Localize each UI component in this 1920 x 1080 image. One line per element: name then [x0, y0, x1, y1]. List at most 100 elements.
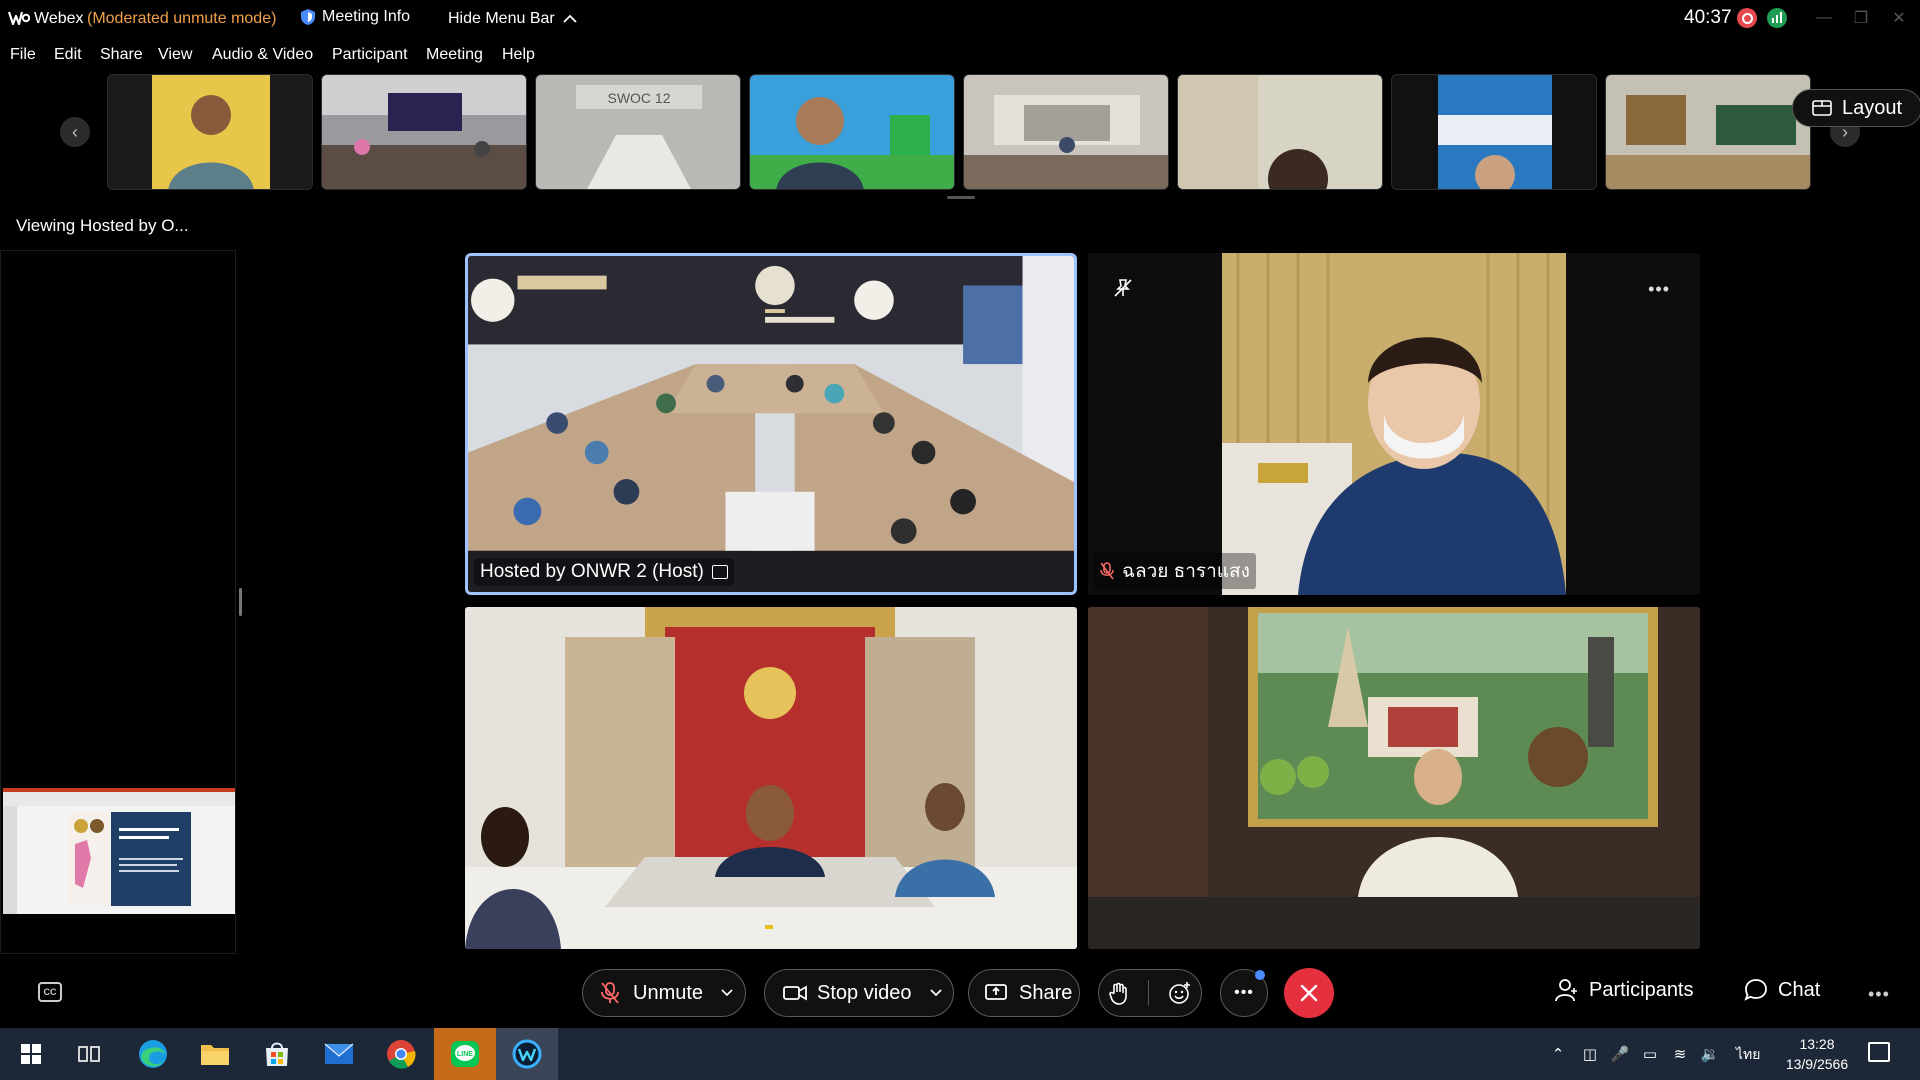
video-tile-participant[interactable]: ••• ฉลวย ธาราแสง — [1088, 253, 1700, 595]
volume-icon[interactable]: 🔉 — [1700, 1044, 1720, 1064]
shared-content-panel — [0, 250, 236, 954]
participant-thumbnail[interactable] — [321, 74, 527, 190]
unmute-label: Unmute — [633, 981, 704, 1004]
task-view-icon — [78, 1046, 100, 1062]
folder-icon — [201, 1045, 229, 1065]
participants-button[interactable]: Participants — [1555, 978, 1694, 1002]
menu-share[interactable]: Share — [100, 46, 143, 64]
device-icon[interactable]: ◫ — [1580, 1044, 1600, 1064]
shield-icon — [301, 9, 315, 25]
chevron-down-icon[interactable] — [929, 989, 942, 997]
hide-menu-bar-button[interactable]: Hide Menu Bar — [448, 10, 577, 28]
chrome-browser-app[interactable] — [370, 1028, 432, 1080]
network-stats-icon[interactable] — [1767, 8, 1787, 28]
svg-text:LINE: LINE — [457, 1051, 473, 1058]
chat-button[interactable]: Chat — [1744, 978, 1820, 1002]
more-menu-icon[interactable]: ••• — [1868, 984, 1890, 1005]
meeting-info-button[interactable]: Meeting Info — [300, 8, 410, 26]
participant-filmstrip: ‹ SWOC 12 › Layout — [0, 72, 1920, 199]
webex-app[interactable] — [496, 1028, 558, 1080]
edge-browser-app[interactable] — [122, 1028, 184, 1080]
windows-taskbar: LINE ⌃ ◫ 🎤 ▭ ≋ 🔉 ไทย 13:28 13/9/2566 — [0, 1028, 1920, 1080]
participant-name-label: Hosted by ONWR 2 (Host) — [474, 558, 734, 586]
participants-icon — [1555, 979, 1577, 1002]
input-language[interactable]: ไทย — [1736, 1044, 1760, 1066]
participant-name: ฉลวย ธาราแสง — [1122, 561, 1250, 582]
menu-audio-video[interactable]: Audio & Video — [212, 46, 313, 64]
participant-thumbnail[interactable] — [963, 74, 1169, 190]
menu-edit[interactable]: Edit — [54, 46, 82, 64]
wifi-icon[interactable]: ≋ — [1670, 1044, 1690, 1064]
close-window-icon[interactable]: ✕ — [1887, 6, 1911, 30]
webex-icon — [512, 1039, 542, 1069]
chevron-up-icon[interactable]: ⌃ — [1548, 1044, 1568, 1064]
participant-thumbnail[interactable] — [107, 74, 313, 190]
microphone-icon[interactable]: 🎤 — [1610, 1044, 1630, 1064]
stop-video-button[interactable]: Stop video — [764, 969, 954, 1017]
participant-thumbnail[interactable] — [1605, 74, 1811, 190]
video-tile-participant[interactable] — [1088, 607, 1700, 949]
clock-date: 13/9/2566 — [1785, 1056, 1849, 1072]
hide-menu-bar-label: Hide Menu Bar — [448, 10, 555, 27]
notification-dot — [1255, 970, 1265, 980]
leave-meeting-button[interactable] — [1284, 968, 1334, 1018]
more-options-icon[interactable]: ••• — [1648, 279, 1670, 300]
line-icon: LINE — [451, 1041, 479, 1067]
muted-mic-icon — [601, 982, 619, 1004]
mail-app[interactable] — [308, 1028, 370, 1080]
participant-video — [1088, 253, 1700, 595]
panel-resize-handle[interactable] — [239, 588, 242, 616]
share-button[interactable]: Share — [968, 969, 1080, 1017]
menu-view[interactable]: View — [158, 46, 192, 64]
app-name: Webex — [34, 10, 84, 27]
clock[interactable]: 13:28 13/9/2566 — [1770, 1034, 1864, 1074]
raise-hand-icon[interactable] — [1108, 981, 1129, 1005]
participant-video — [465, 607, 1077, 949]
line-app[interactable]: LINE — [434, 1028, 496, 1080]
video-tile-participant[interactable] — [465, 607, 1077, 949]
restore-window-icon[interactable]: ❐ — [1849, 6, 1873, 30]
task-view-button[interactable] — [58, 1028, 120, 1080]
participant-thumbnail[interactable] — [1391, 74, 1597, 190]
chat-label: Chat — [1778, 978, 1821, 1001]
microsoft-store-app[interactable] — [246, 1028, 308, 1080]
menu-file[interactable]: File — [10, 46, 36, 64]
title-bar: Webex (Moderated unmute mode) Meeting In… — [0, 0, 1920, 38]
file-explorer-app[interactable] — [184, 1028, 246, 1080]
video-tile-host[interactable]: Hosted by ONWR 2 (Host) — [465, 253, 1077, 595]
notification-center-icon[interactable] — [1868, 1042, 1890, 1062]
participant-thumbnail[interactable]: SWOC 12 — [535, 74, 741, 190]
host-name: Hosted by ONWR 2 (Host) — [480, 561, 704, 582]
layout-button[interactable]: Layout — [1792, 89, 1920, 127]
chevron-down-icon[interactable] — [721, 989, 733, 997]
layout-label: Layout — [1841, 96, 1903, 119]
conference-room-video — [468, 256, 1074, 592]
unmute-button[interactable]: Unmute — [582, 969, 746, 1017]
participant-thumbnail[interactable] — [1177, 74, 1383, 190]
pin-icon[interactable] — [1112, 277, 1134, 299]
recording-icon[interactable] — [1737, 8, 1757, 28]
filmstrip-resize-handle[interactable] — [947, 196, 975, 199]
filmstrip-prev-icon[interactable]: ‹ — [60, 117, 90, 147]
participant-thumbnail[interactable] — [749, 74, 955, 190]
store-icon — [266, 1042, 288, 1066]
menu-help[interactable]: Help — [502, 46, 535, 64]
menu-meeting[interactable]: Meeting — [426, 46, 483, 64]
svg-text:SWOC 12: SWOC 12 — [607, 90, 670, 106]
layout-icon — [1812, 100, 1832, 116]
start-button[interactable] — [0, 1028, 62, 1080]
reactions-group — [1098, 969, 1202, 1017]
divider — [1147, 980, 1149, 1006]
screen-share-icon — [711, 565, 728, 579]
minimize-window-icon[interactable]: — — [1812, 6, 1836, 30]
participant-name-label: ฉลวย ธาราแสง — [1094, 553, 1256, 589]
emoji-reaction-icon[interactable] — [1168, 981, 1192, 1005]
shared-screen-thumbnail[interactable] — [3, 788, 235, 914]
mail-icon — [324, 1043, 354, 1064]
battery-icon[interactable]: ▭ — [1640, 1044, 1660, 1064]
closed-captions-icon[interactable]: CC — [38, 982, 62, 1002]
meeting-info-label: Meeting Info — [322, 8, 411, 25]
more-options-button[interactable]: ••• — [1220, 969, 1268, 1017]
clock-time: 13:28 — [1799, 1036, 1835, 1052]
menu-participant[interactable]: Participant — [332, 46, 408, 64]
